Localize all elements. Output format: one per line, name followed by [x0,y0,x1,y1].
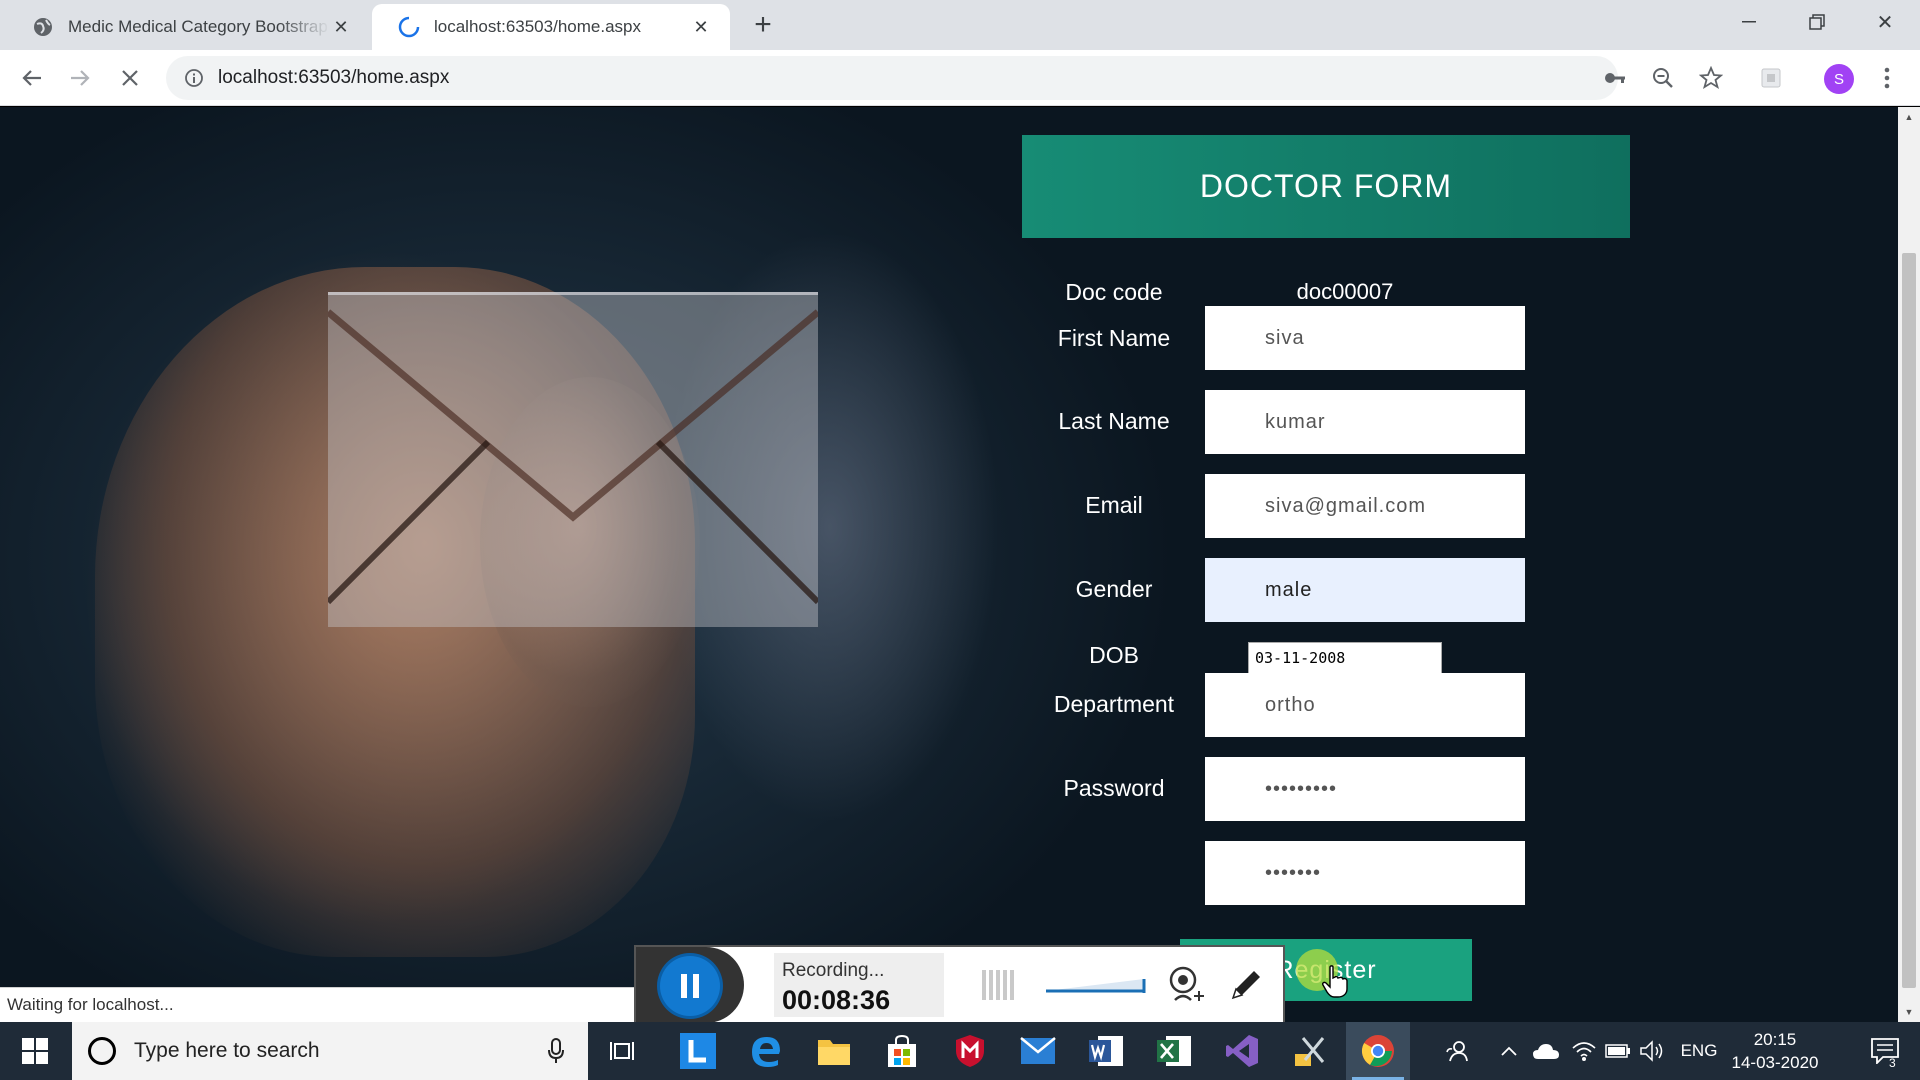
audio-bars-icon[interactable] [980,963,1016,1007]
scroll-up-arrow-icon[interactable]: ▲ [1898,109,1920,125]
people-icon[interactable] [1440,1022,1474,1080]
browser-status-text: Waiting for localhost... [0,987,638,1022]
department-label: Department [1053,691,1175,717]
tools-app-icon[interactable] [1278,1022,1342,1080]
gender-field[interactable]: male [1205,558,1525,622]
envelope-icon [328,292,818,627]
browser-tab-strip: Medic Medical Category Bootstrap ✕ local… [0,0,1920,50]
forward-arrow-icon[interactable] [64,62,96,94]
onedrive-cloud-icon[interactable] [1530,1022,1562,1080]
password-field[interactable]: ••••••••• [1205,757,1525,821]
address-bar[interactable]: localhost:63503/home.aspx [166,56,1618,100]
chrome-icon[interactable] [1346,1022,1410,1080]
windows-taskbar: Type here to search ENG 20:15 14-03-2020… [0,1022,1920,1080]
menu-dots-icon[interactable] [1873,64,1901,92]
recorder-left-panel [636,947,744,1022]
new-tab-button[interactable]: + [748,10,778,40]
close-window-icon[interactable]: ✕ [1856,0,1914,44]
action-center-icon[interactable]: 3 [1855,1022,1915,1080]
browser-tab-medic[interactable]: Medic Medical Category Bootstrap ✕ [6,4,370,50]
pause-recording-button[interactable] [660,956,720,1016]
form-title: DOCTOR FORM [1022,135,1630,238]
volume-speaker-icon[interactable] [1636,1022,1668,1080]
bookmark-star-icon[interactable] [1697,64,1725,92]
edge-browser-icon[interactable] [734,1022,798,1080]
key-icon[interactable] [1601,64,1629,92]
last-name-label: Last Name [1058,408,1170,434]
word-icon[interactable] [1074,1022,1138,1080]
wifi-icon[interactable] [1568,1022,1600,1080]
url-text: localhost:63503/home.aspx [218,67,450,88]
close-tab-icon[interactable]: ✕ [330,16,352,38]
browser-tab-home[interactable]: localhost:63503/home.aspx ✕ [372,4,730,50]
recorder-timer: Recording... 00:08:36 [774,953,944,1017]
browser-toolbar: localhost:63503/home.aspx S [0,50,1920,106]
gender-label: Gender [1075,576,1153,602]
clock-date: 14-03-2020 [1731,1053,1819,1072]
loading-spinner-icon [398,16,420,38]
scroll-down-arrow-icon[interactable]: ▼ [1898,1004,1920,1020]
department-field[interactable]: ortho [1205,673,1525,737]
close-tab-icon[interactable]: ✕ [690,16,712,38]
windows-start-icon[interactable] [0,1022,70,1080]
doc-code-value: doc00007 [1296,279,1394,304]
restore-icon[interactable] [1788,0,1846,44]
task-view-icon[interactable] [590,1022,654,1080]
minimize-icon[interactable] [1720,0,1778,44]
chevron-up-icon[interactable] [1496,1022,1522,1080]
microsoft-store-icon[interactable] [870,1022,934,1080]
profile-avatar[interactable]: S [1824,64,1854,94]
first-name-field[interactable]: siva [1205,306,1525,370]
clock-time: 20:15 [1753,1030,1797,1049]
input-language[interactable]: ENG [1674,1022,1724,1080]
extension-icon[interactable] [1757,64,1785,92]
mcafee-shield-icon[interactable] [938,1022,1002,1080]
screen-recorder-bar: Recording... 00:08:36 [634,945,1285,1022]
doc-code-label: Doc code [1065,279,1163,305]
back-arrow-icon[interactable] [16,62,48,94]
webcam-icon[interactable] [1164,963,1208,1007]
taskbar-search-box[interactable]: Type here to search [72,1022,588,1080]
password-label: Password [1063,775,1165,801]
email-field[interactable]: siva@gmail.com [1205,474,1525,538]
scrollbar-thumb[interactable] [1902,253,1916,988]
taskbar-clock[interactable]: 20:15 14-03-2020 [1725,1028,1825,1074]
vertical-scrollbar[interactable]: ▲ ▼ [1898,107,1920,1022]
file-explorer-icon[interactable] [802,1022,866,1080]
recording-elapsed-time: 00:08:36 [782,985,891,1015]
volume-slider[interactable] [1044,963,1148,1007]
tab-title: Medic Medical Category Bootstrap [68,17,328,36]
recording-status: Recording... [782,960,885,981]
first-name-label: First Name [1057,325,1171,351]
excel-icon[interactable] [1142,1022,1206,1080]
confirm-password-field[interactable]: ••••••• [1205,841,1525,905]
stop-loading-icon[interactable] [114,62,146,94]
visual-studio-icon[interactable] [1210,1022,1274,1080]
mail-icon[interactable] [1006,1022,1070,1080]
hand-cursor-icon [1322,965,1348,998]
pen-annotate-icon[interactable] [1224,963,1268,1007]
dob-date-input[interactable]: 03-11-2008 [1248,642,1442,674]
globe-icon [32,16,54,38]
tab-title: localhost:63503/home.aspx [434,17,641,36]
zoom-icon[interactable] [1649,64,1677,92]
email-label: Email [1085,492,1143,518]
search-placeholder: Type here to search [134,1039,320,1062]
launcher-l-icon[interactable] [666,1022,730,1080]
last-name-field[interactable]: kumar [1205,390,1525,454]
battery-icon[interactable] [1602,1022,1634,1080]
notification-count: 3 [1889,1056,1896,1070]
microphone-icon[interactable] [544,1038,568,1064]
cortana-icon [88,1037,116,1065]
dob-label: DOB [1089,642,1139,668]
info-icon[interactable] [182,66,206,90]
page-viewport: DOCTOR FORM Doc code doc00007 First Name… [0,107,1898,1022]
